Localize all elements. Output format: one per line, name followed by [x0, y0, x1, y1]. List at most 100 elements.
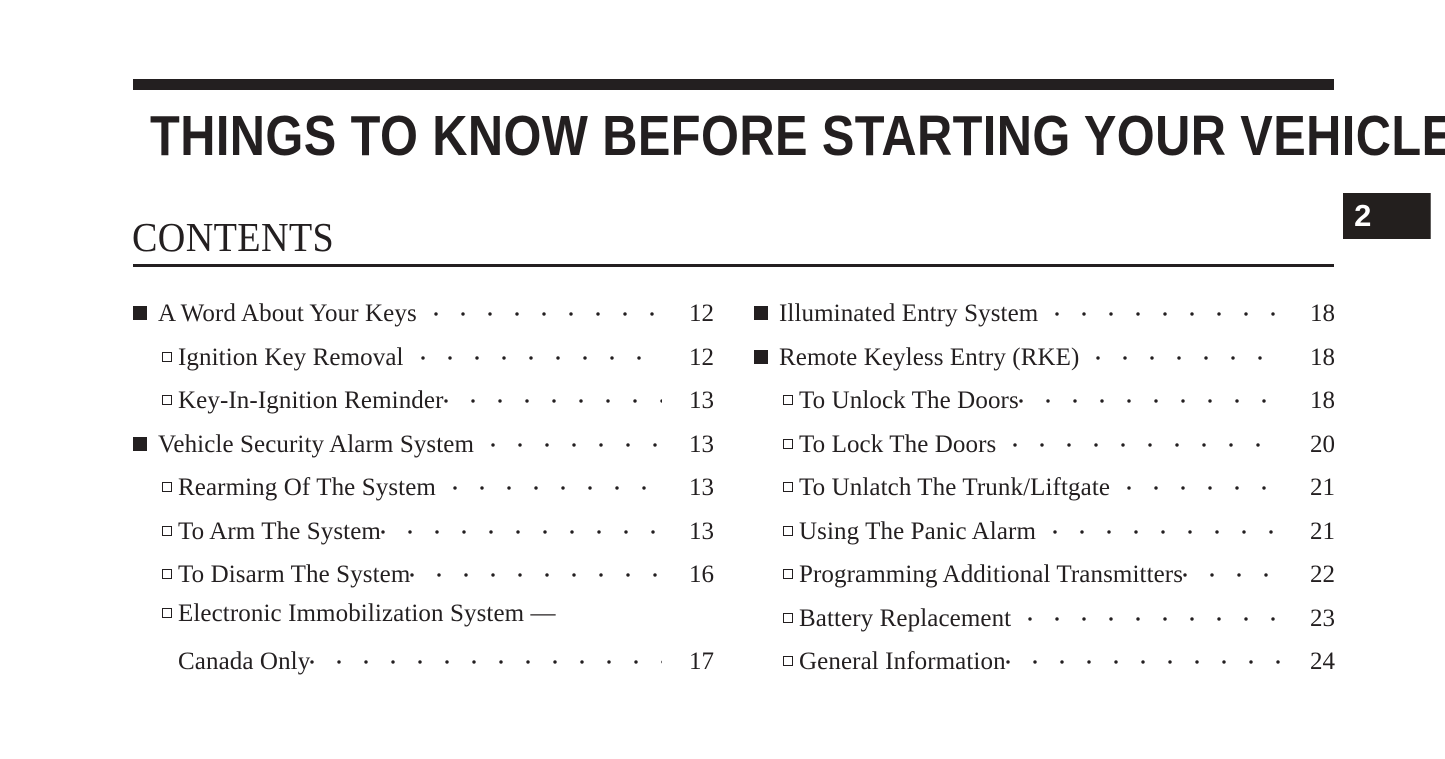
toc-entry[interactable]: Vehicle Security Alarm System 13 — [133, 427, 714, 471]
chapter-tab: 2 — [1343, 193, 1431, 239]
toc-entry-line: A Word About Your Keys 12 — [133, 296, 714, 340]
toc-entry-line-continued: Canada Only 17 — [133, 644, 714, 688]
dot-leader — [1028, 601, 1283, 626]
toc-entry-line: Using The Panic Alarm 21 — [754, 514, 1335, 558]
toc-entry[interactable]: Key-In-Ignition Reminder 13 — [133, 383, 714, 427]
dot-leader — [1053, 514, 1283, 539]
dot-leader — [420, 340, 663, 365]
toc-entry-line: General Information 24 — [754, 644, 1335, 688]
dot-leader — [1127, 470, 1283, 495]
toc-entry[interactable]: Using The Panic Alarm 21 — [754, 514, 1335, 558]
toc-entry-label: To Unlock The Doors — [799, 387, 1019, 414]
hollow-square-bullet-icon — [162, 351, 172, 362]
toc-entry-label: Battery Replacement — [799, 604, 1012, 632]
dot-leader — [433, 296, 663, 321]
toc-entry-label: General Information — [799, 648, 1006, 675]
dot-leader — [491, 427, 662, 452]
toc-entry-label: To Unlatch The Trunk/Liftgate — [799, 474, 1111, 501]
toc-entry-page-number: 13 — [689, 430, 714, 458]
toc-entry-page-number: 18 — [1310, 300, 1335, 327]
toc-entry[interactable]: Ignition Key Removal 12 — [133, 340, 714, 384]
filled-square-bullet-icon — [133, 436, 147, 451]
hollow-square-bullet-icon — [162, 395, 172, 405]
toc-entry[interactable]: Illuminated Entry System 18 — [754, 296, 1335, 340]
page-title: THINGS TO KNOW BEFORE STARTING YOUR VEHI… — [150, 104, 1445, 168]
dot-leader — [1018, 383, 1284, 408]
toc-entry[interactable]: A Word About Your Keys 12 — [133, 296, 714, 340]
toc-entry-page-number: 18 — [1310, 387, 1335, 414]
toc-entry-label: Vehicle Security Alarm System — [158, 430, 475, 458]
toc-entry[interactable]: General Information 24 — [754, 644, 1335, 688]
dot-leader — [1005, 644, 1284, 669]
toc-entry-page-number: 22 — [1310, 561, 1335, 588]
filled-square-bullet-icon — [133, 306, 147, 320]
contents-heading: CONTENTS — [132, 214, 335, 260]
hollow-square-bullet-icon — [162, 525, 172, 536]
toc-entry[interactable]: Remote Keyless Entry (RKE) 18 — [754, 340, 1335, 384]
toc-entry[interactable]: Programming Additional Transmitters 22 — [754, 557, 1335, 601]
toc-entry-page-number: 20 — [1310, 430, 1335, 458]
hollow-square-bullet-icon — [162, 482, 172, 492]
toc-entry-line: Programming Additional Transmitters 22 — [754, 557, 1335, 601]
toc-entry-page-number: 24 — [1310, 648, 1335, 675]
dot-leader — [310, 644, 662, 669]
toc-entry-page-number: 12 — [689, 300, 714, 327]
dot-leader — [1183, 557, 1283, 582]
contents-divider-rule — [133, 264, 1334, 267]
toc-entry-page-number: 17 — [689, 648, 714, 675]
toc-entry-line: To Unlock The Doors 18 — [754, 383, 1335, 427]
toc-entry-line: Ignition Key Removal 12 — [133, 340, 714, 384]
toc-entry-label: Remote Keyless Entry (RKE) — [779, 343, 1080, 371]
header-rule — [133, 79, 1334, 90]
dot-leader — [410, 557, 662, 582]
dot-leader — [380, 514, 663, 539]
toc-entry[interactable]: To Unlatch The Trunk/Liftgate 21 — [754, 470, 1335, 514]
toc-entry-label: To Arm The System — [178, 517, 381, 545]
toc-entry-label: Electronic Immobilization System — — [178, 599, 556, 627]
toc-entry-page-number: 21 — [1310, 474, 1335, 501]
toc-entry-line: Illuminated Entry System 18 — [754, 296, 1335, 340]
toc-entry-label: Rearming Of The System — [178, 474, 436, 501]
toc-entry[interactable]: Battery Replacement 23 — [754, 601, 1335, 645]
toc-entry-label: Programming Additional Transmitters — [799, 561, 1184, 588]
toc-entry-page-number: 13 — [689, 474, 714, 501]
toc-entry-label: A Word About Your Keys — [158, 300, 417, 327]
toc-entry-page-number: 21 — [1310, 517, 1335, 545]
toc-entry-page-number: 13 — [689, 387, 714, 414]
toc-entry-line: Vehicle Security Alarm System 13 — [133, 427, 714, 471]
toc-entry-label-continued: Canada Only — [178, 648, 311, 675]
hollow-square-bullet-icon — [162, 607, 172, 618]
filled-square-bullet-icon — [754, 306, 768, 320]
hollow-square-bullet-icon — [783, 525, 793, 536]
toc-entry-line: To Disarm The System 16 — [133, 557, 714, 601]
chapter-tab-number: 2 — [1354, 198, 1371, 233]
toc-column-right: Illuminated Entry System 18 Remote Keyless… — [754, 296, 1335, 688]
hollow-square-bullet-icon — [783, 482, 793, 492]
toc-entry[interactable]: To Arm The System 13 — [133, 514, 714, 558]
hollow-square-bullet-icon — [783, 612, 793, 623]
toc-entry-line: Key-In-Ignition Reminder 13 — [133, 383, 714, 427]
toc-entry[interactable]: Electronic Immobilization System — Canada… — [133, 601, 714, 688]
dot-leader — [452, 470, 663, 495]
toc-entry-page-number: 12 — [689, 343, 714, 371]
toc-entry[interactable]: To Unlock The Doors 18 — [754, 383, 1335, 427]
toc-entry-label: Key-In-Ignition Reminder — [178, 387, 444, 414]
hollow-square-bullet-icon — [783, 656, 793, 666]
hollow-square-bullet-icon — [783, 395, 793, 405]
toc-entry-line: Battery Replacement 23 — [754, 601, 1335, 645]
toc-entry-label: To Disarm The System — [178, 561, 411, 588]
dot-leader — [443, 383, 663, 408]
toc-entry-line: Rearming Of The System 13 — [133, 470, 714, 514]
toc-entry-page-number: 16 — [689, 561, 714, 588]
manual-page: THINGS TO KNOW BEFORE STARTING YOUR VEHI… — [0, 0, 1445, 759]
toc-entry-line: To Unlatch The Trunk/Liftgate 21 — [754, 470, 1335, 514]
toc-entry-line: Remote Keyless Entry (RKE) 18 — [754, 340, 1335, 384]
toc-entry-line: To Arm The System 13 — [133, 514, 714, 558]
toc-entry[interactable]: To Lock The Doors 20 — [754, 427, 1335, 471]
toc-entry[interactable]: Rearming Of The System 13 — [133, 470, 714, 514]
hollow-square-bullet-icon — [162, 569, 172, 579]
toc-entry-line: To Lock The Doors 20 — [754, 427, 1335, 471]
toc-entry-label: Using The Panic Alarm — [799, 517, 1037, 545]
toc-entry[interactable]: To Disarm The System 16 — [133, 557, 714, 601]
dot-leader — [1055, 296, 1283, 321]
